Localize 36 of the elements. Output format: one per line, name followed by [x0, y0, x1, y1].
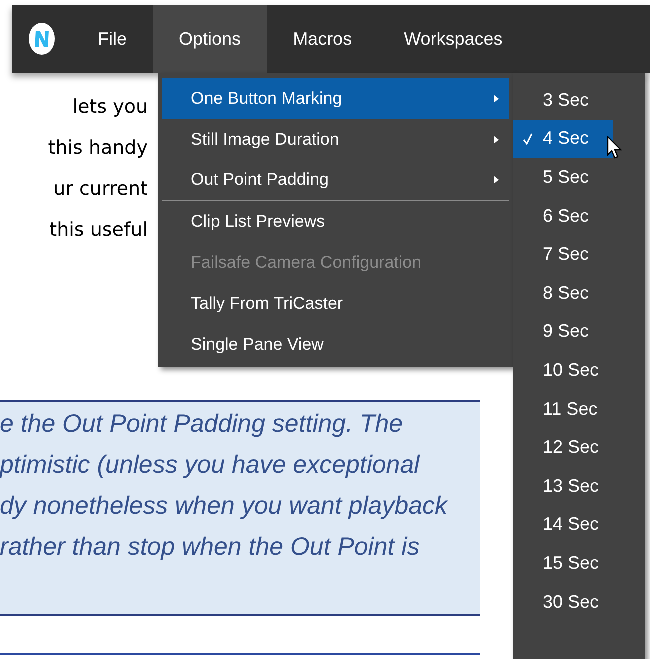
- menu-bar-item[interactable]: Options: [153, 5, 268, 73]
- submenu-arrow-icon: [494, 94, 499, 102]
- submenu-item[interactable]: 4 Sec: [513, 120, 613, 158]
- submenu-item[interactable]: 5 Sec: [513, 158, 613, 197]
- submenu-item[interactable]: 11 Sec: [513, 390, 613, 428]
- body-text-line: lets you: [72, 95, 148, 120]
- menu-bar-item[interactable]: Workspaces: [378, 5, 529, 73]
- app-logo-icon[interactable]: [27, 21, 57, 57]
- submenu-item[interactable]: 10 Sec: [513, 351, 613, 390]
- submenu-item[interactable]: 14 Sec: [513, 506, 613, 544]
- submenu-item[interactable]: 12 Sec: [513, 428, 613, 467]
- submenu-item[interactable]: 6 Sec: [513, 196, 613, 236]
- note-text-line: dy nonetheless when you want playback: [0, 491, 448, 522]
- submenu-item[interactable]: 9 Sec: [513, 312, 613, 352]
- submenu-item[interactable]: 3 Sec: [513, 81, 613, 120]
- menu-item[interactable]: One Button Marking: [162, 78, 509, 119]
- note-text-line: rather than stop when the Out Point is: [0, 532, 420, 563]
- body-text-line: ur current: [54, 177, 148, 202]
- mouse-pointer-icon: [607, 136, 623, 160]
- submenu-item[interactable]: 15 Sec: [513, 544, 613, 583]
- menu-item[interactable]: Still Image Duration: [162, 119, 509, 160]
- menu-item[interactable]: Tally From TriCaster: [162, 283, 509, 324]
- body-text-line: this handy: [48, 136, 148, 161]
- menu-bar-item[interactable]: Macros: [267, 5, 378, 73]
- menu-item[interactable]: Clip List Previews: [162, 201, 509, 242]
- note-text-line: e the Out Point Padding setting. The: [0, 409, 404, 440]
- submenu-arrow-icon: [494, 176, 499, 184]
- menu-item[interactable]: Out Point Padding: [162, 160, 509, 201]
- submenu-item[interactable]: 13 Sec: [513, 466, 613, 506]
- submenu-item[interactable]: 30 Sec: [513, 582, 613, 622]
- menu-item[interactable]: Single Pane View: [162, 324, 509, 365]
- submenu-item[interactable]: 8 Sec: [513, 274, 613, 313]
- body-text-line: this useful: [50, 218, 148, 243]
- submenu-arrow-icon: [494, 136, 499, 144]
- submenu-item[interactable]: 7 Sec: [513, 235, 613, 274]
- menu-bar-item[interactable]: File: [72, 5, 154, 73]
